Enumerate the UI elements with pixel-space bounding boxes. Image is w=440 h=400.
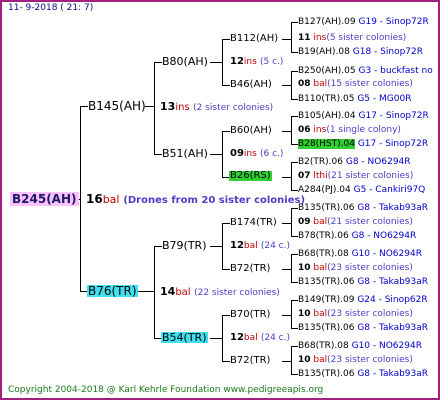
gen4-queen[interactable]: B135(TR).06 G8 - Takab93aR <box>298 278 428 287</box>
gen4-queen[interactable]: B105(AH).04 G17 - Sinop72R <box>298 112 429 121</box>
gen2-queen[interactable]: B51(AH) <box>162 148 208 159</box>
gen3-queen[interactable]: B26(RS) <box>229 171 272 181</box>
gen2-queen[interactable]: B79(TR) <box>162 240 207 251</box>
gen3-queen[interactable]: B112(AH) <box>230 34 278 44</box>
gen4-queen[interactable]: B2(TR).06 G8 - NO6294R <box>298 158 411 167</box>
gen3-queen[interactable]: B72(TR) <box>230 264 270 274</box>
mother-info: 14bal (22 sister colonies) <box>160 285 280 298</box>
gen2-info: 12bal (24 c.) <box>230 332 290 343</box>
gen3-info: 10 bal(23 sister colonies) <box>298 263 413 273</box>
gen4-queen[interactable]: B68(TR).08 G10 - NO6294R <box>298 250 422 259</box>
gen3-queen[interactable]: B60(AH) <box>230 126 272 136</box>
copyright-footer: Copyright 2004-2018 @ Karl Kehrle Founda… <box>8 385 324 395</box>
gen4-queen[interactable]: B68(TR).08 G10 - NO6294R <box>298 342 422 351</box>
gen4-queen[interactable]: B135(TR).06 G8 - Takab93aR <box>298 370 428 379</box>
gen3-info: 08 bal(15 sister colonies) <box>298 79 413 89</box>
gen3-info: 06 ins(1 single colony) <box>298 125 401 135</box>
gen4-queen[interactable]: B19(AH).08 G18 - Sinop72R <box>298 48 423 57</box>
gen3-queen[interactable]: B174(TR) <box>230 218 277 228</box>
gen4-queen[interactable]: B110(TR).05 G5 - MG00R <box>298 95 411 104</box>
gen4-queen[interactable]: B135(TR).06 G8 - Takab93aR <box>298 204 428 213</box>
gen3-info: 10 bal(23 sister colonies) <box>298 355 413 365</box>
gen3-info: 09 bal(21 sister colonies) <box>298 217 413 227</box>
gen3-queen[interactable]: B72(TR) <box>230 356 270 366</box>
gen2-queen[interactable]: B80(AH) <box>162 56 208 67</box>
gen4-queen[interactable]: B78(TR).06 G8 - NO6294R <box>298 232 416 241</box>
gen4-queen[interactable]: B149(TR).09 G24 - Sinop62R <box>298 296 428 305</box>
father-info: 13ins (2 sister colonies) <box>160 100 274 113</box>
gen3-info: 10 bal(23 sister colonies) <box>298 309 413 319</box>
gen3-queen[interactable]: B70(TR) <box>230 310 270 320</box>
gen3-queen[interactable]: B46(AH) <box>230 80 272 90</box>
gen2-info: 12ins (5 c.) <box>230 56 284 67</box>
gen4-queen[interactable]: B127(AH).09 G19 - Sinop72R <box>298 18 429 27</box>
gen4-queen[interactable]: B250(AH).05 G3 - buckfast no <box>298 67 433 76</box>
root-queen[interactable]: B245(AH) <box>10 192 79 206</box>
gen3-info: 07 lthi(21 sister colonies) <box>298 171 414 181</box>
gen4-queen[interactable]: A284(PJ).04 G5 - Cankiri97Q <box>298 186 425 195</box>
mother-queen[interactable]: B76(TR) <box>87 285 138 297</box>
gen3-info: 11 ins(5 sister colonies) <box>298 33 407 43</box>
print-date: 11- 9-2018 ( 21: 7) <box>8 3 94 13</box>
gen4-queen[interactable]: B135(TR).06 G8 - Takab93aR <box>298 324 428 333</box>
father-queen[interactable]: B145(AH) <box>88 100 146 112</box>
gen4-queen[interactable]: B28(HST).04 G17 - Sinop72R <box>298 139 428 149</box>
root-info: 16bal (Drones from 20 sister colonies) <box>86 192 306 206</box>
gen2-info: 09ins (6 c.) <box>230 148 284 159</box>
gen2-info: 12bal (24 c.) <box>230 240 290 251</box>
gen2-queen[interactable]: B54(TR) <box>161 332 208 343</box>
